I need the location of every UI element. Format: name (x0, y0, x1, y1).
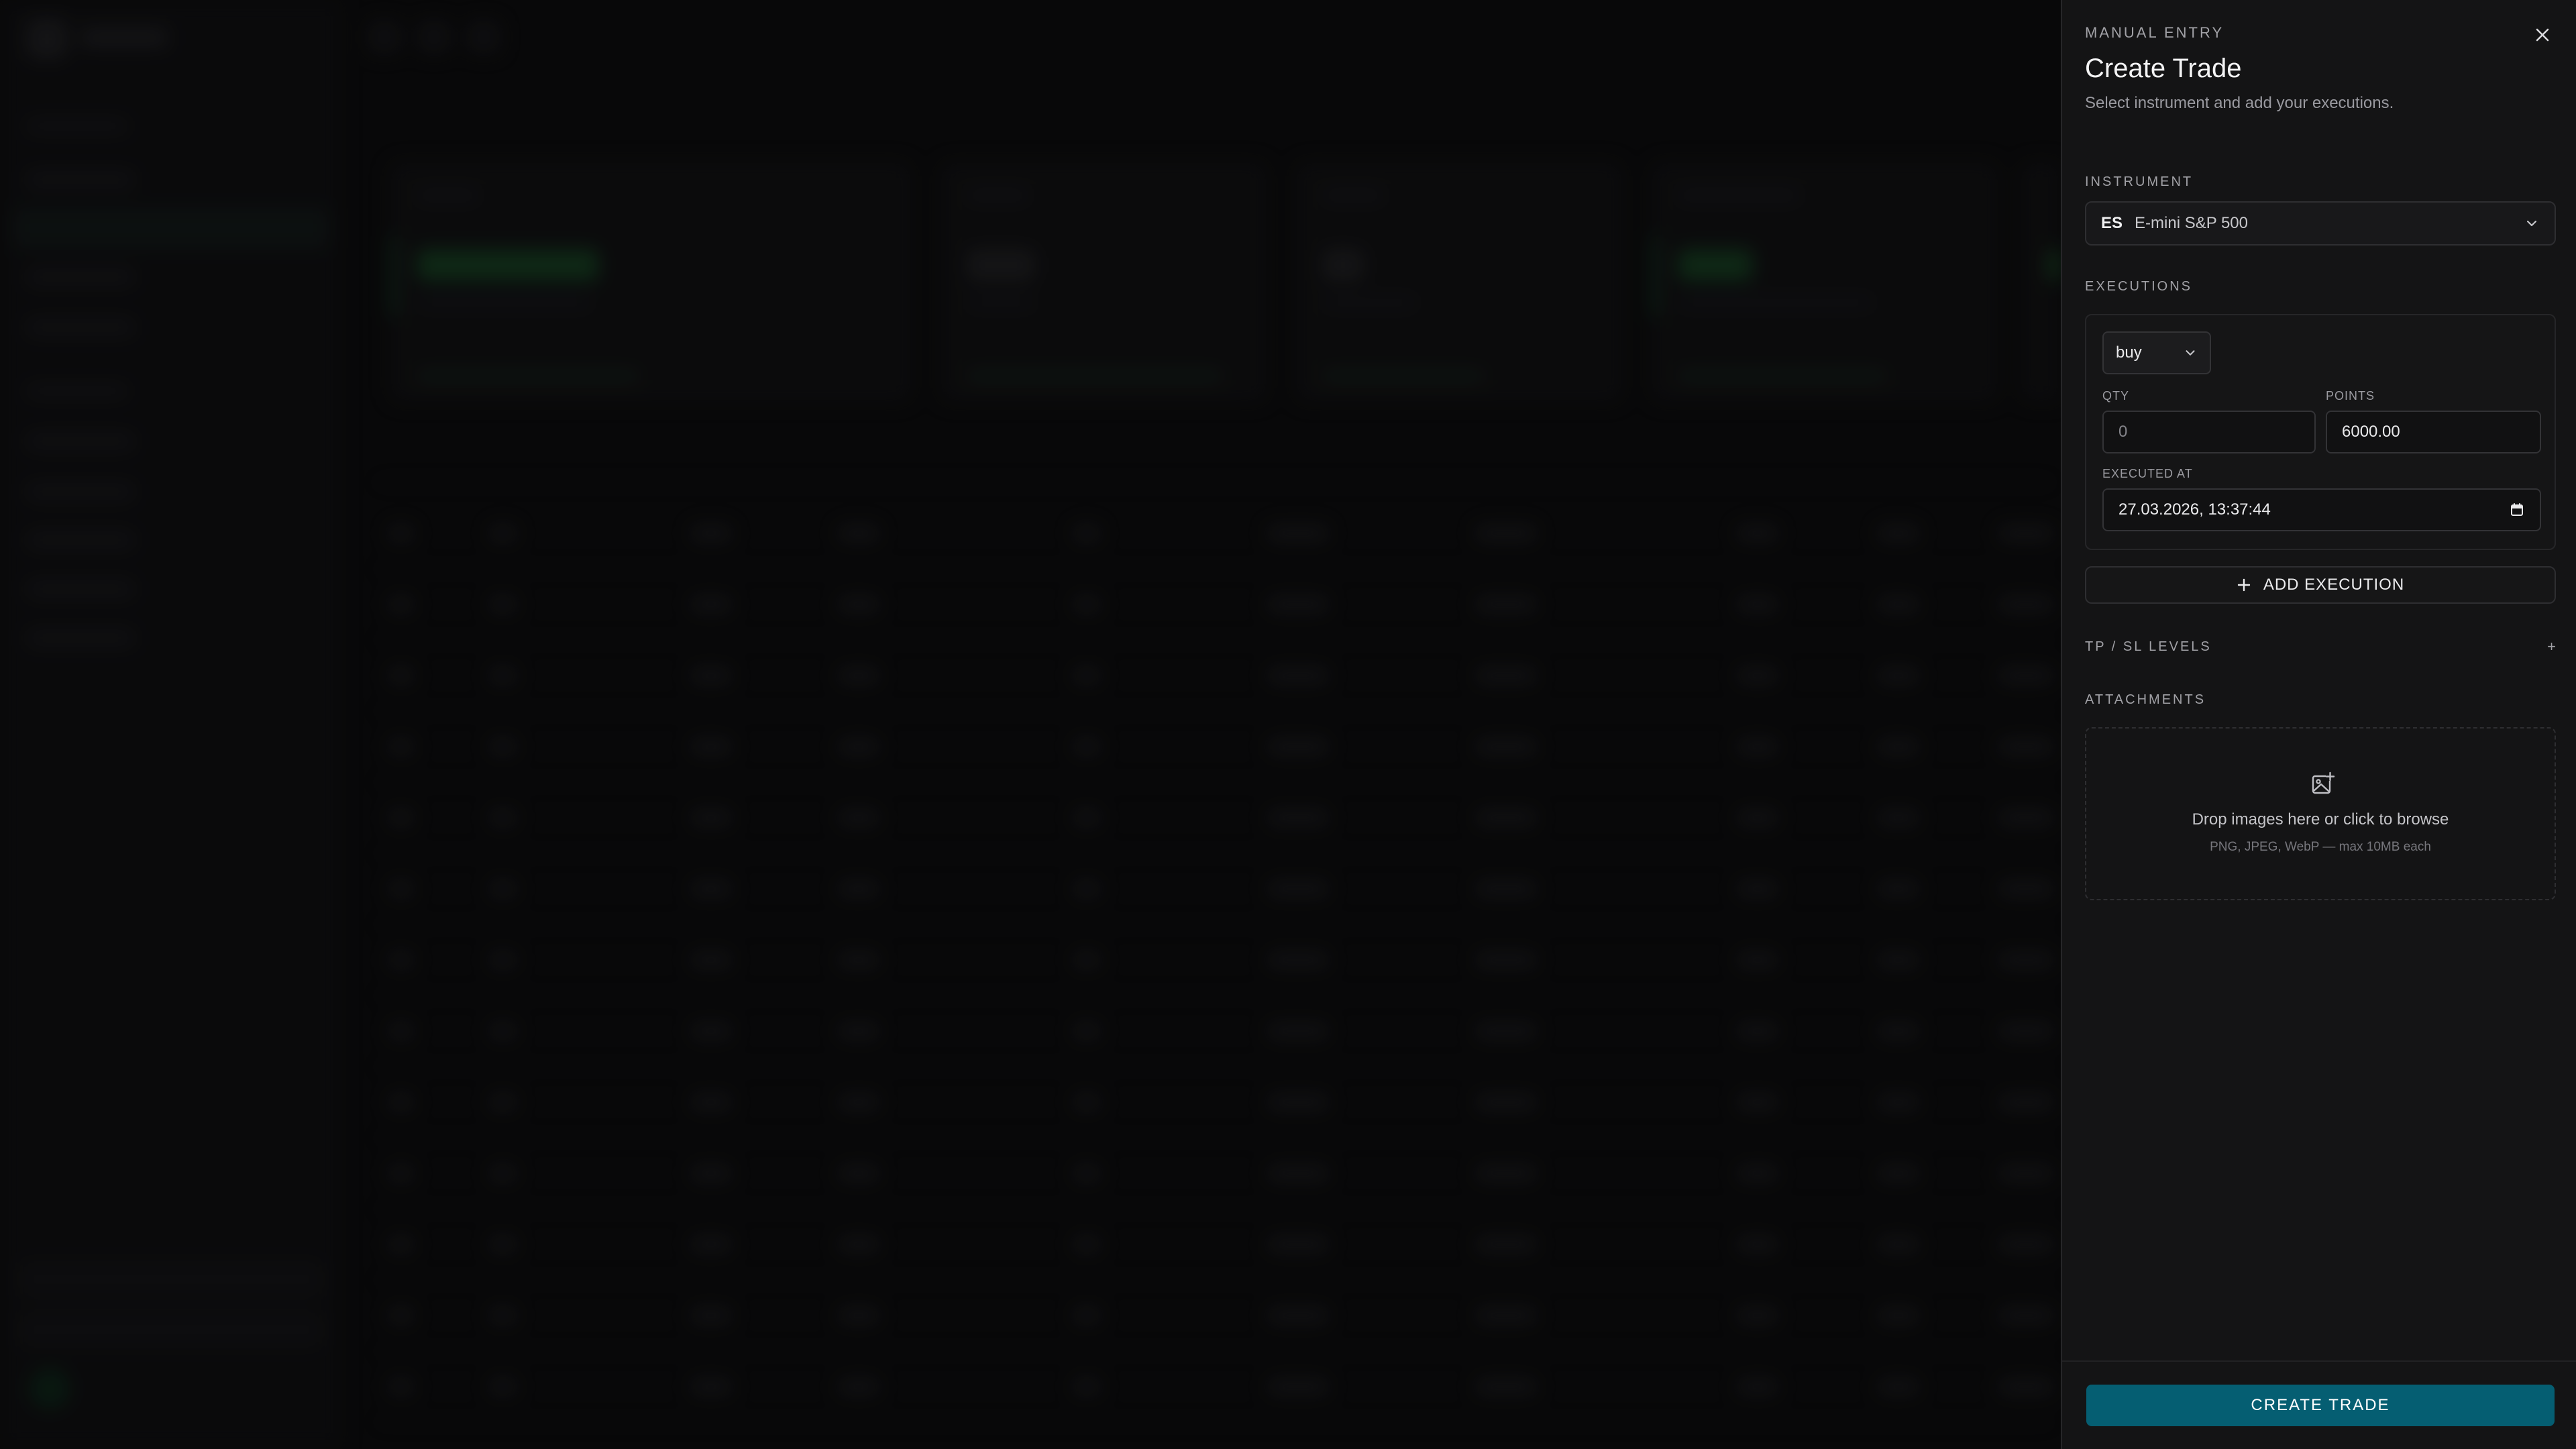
instrument-select[interactable]: ES E-mini S&P 500 (2085, 201, 2556, 246)
executed-at-value: 27.03.2026, 13:37:44 (2118, 500, 2271, 519)
close-icon (2536, 28, 2549, 42)
side-select[interactable]: buy (2102, 331, 2211, 374)
tp-sl-levels-toggle[interactable]: TP / SL LEVELS + (2085, 637, 2556, 656)
footer-divider (2062, 1360, 2576, 1362)
executed-at-label: EXECUTED AT (2102, 467, 2193, 480)
create-trade-panel: MANUAL ENTRY Create Trade Select instrum… (2061, 0, 2576, 1449)
dropzone-title: Drop images here or click to browse (2192, 810, 2449, 828)
panel-eyebrow: MANUAL ENTRY (2085, 24, 2224, 41)
executions-label: EXECUTIONS (2085, 279, 2193, 294)
plus-icon (2237, 578, 2251, 592)
add-execution-label: ADD EXECUTION (2263, 576, 2405, 594)
image-plus-icon (2312, 771, 2335, 794)
execution-row: buy QTY 0 POINTS 6000.00 EXECUTED AT 27.… (2085, 314, 2556, 550)
qty-input[interactable]: 0 (2102, 411, 2316, 453)
side-value: buy (2116, 343, 2142, 362)
instrument-name: E-mini S&P 500 (2135, 214, 2248, 232)
add-execution-button[interactable]: ADD EXECUTION (2085, 566, 2556, 604)
instrument-label: INSTRUMENT (2085, 174, 2194, 189)
panel-subtitle: Select instrument and add your execution… (2085, 94, 2394, 112)
qty-label: QTY (2102, 389, 2130, 402)
points-input[interactable]: 6000.00 (2326, 411, 2541, 453)
executed-at-input[interactable]: 27.03.2026, 13:37:44 (2102, 488, 2541, 531)
close-button[interactable] (2529, 21, 2556, 48)
chevron-down-icon (2526, 220, 2537, 227)
points-label: POINTS (2326, 389, 2375, 402)
dropzone-subtitle: PNG, JPEG, WebP — max 10MB each (2210, 840, 2431, 854)
attachments-label: ATTACHMENTS (2085, 692, 2206, 707)
create-trade-button[interactable]: CREATE TRADE (2086, 1385, 2555, 1426)
modal-scrim[interactable] (0, 0, 2061, 1449)
calendar-icon[interactable] (2509, 502, 2525, 518)
instrument-code: ES (2101, 214, 2123, 232)
chevron-down-icon (2186, 350, 2195, 356)
expand-plus-icon: + (2547, 638, 2556, 655)
tp-sl-levels-label: TP / SL LEVELS (2085, 639, 2212, 654)
panel-title: Create Trade (2085, 54, 2242, 83)
attachments-dropzone[interactable]: Drop images here or click to browse PNG,… (2085, 727, 2556, 900)
